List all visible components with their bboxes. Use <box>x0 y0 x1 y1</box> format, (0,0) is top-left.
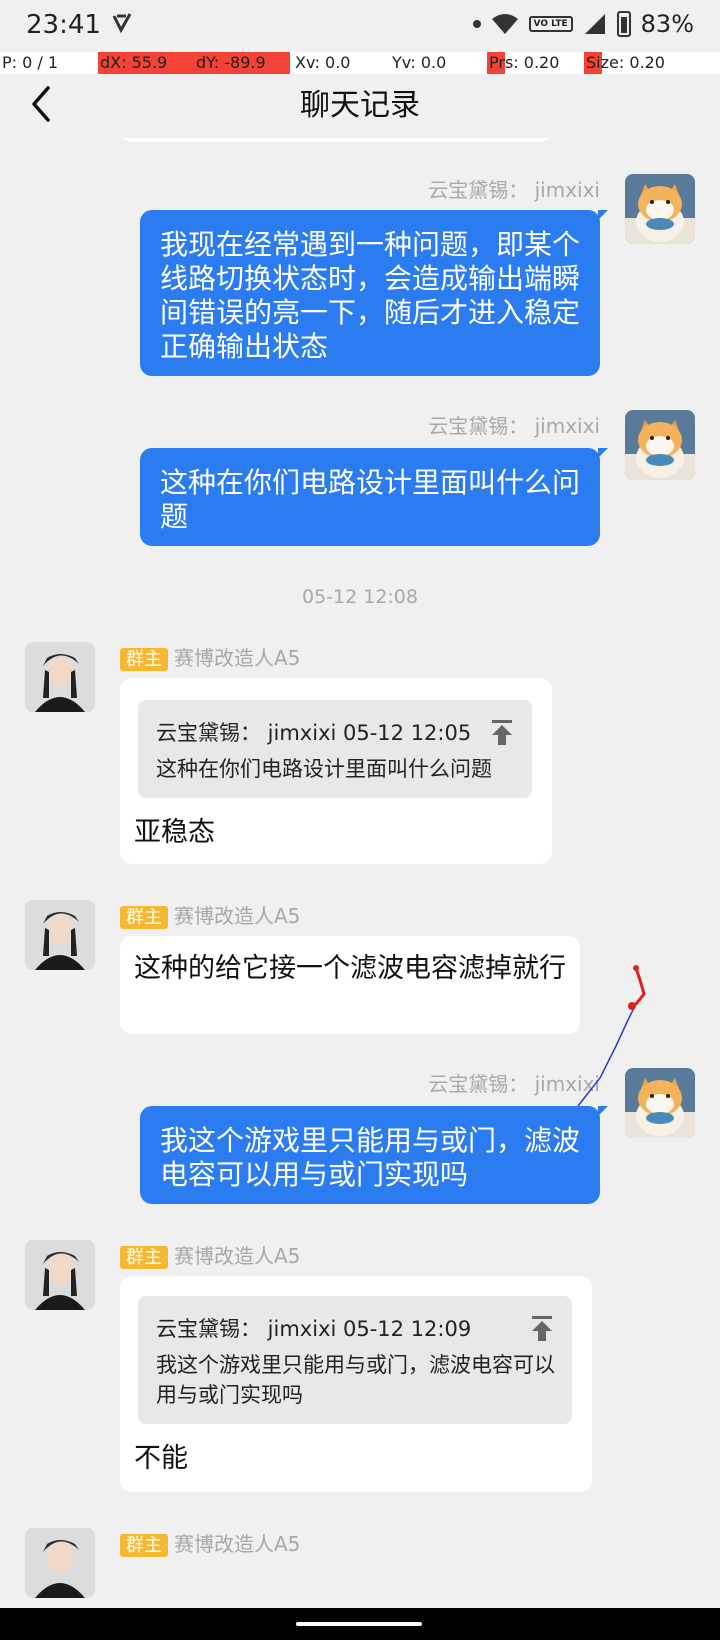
pin-to-top-icon <box>492 720 512 745</box>
debug-prs: Prs: 0.20 <box>489 53 560 72</box>
message-bubble-self[interactable]: 这种在你们电路设计里面叫什么问题 <box>140 448 608 546</box>
message-bubble-other[interactable]: 云宝黛锡： jimxixi 05-12 12:05 这种在你们电路设计里面叫什么… <box>120 678 552 864</box>
self-avatar[interactable] <box>625 410 695 480</box>
debug-xv: Xv: 0.0 <box>295 53 351 72</box>
wifi-icon <box>491 14 518 34</box>
cat-avatar-icon <box>625 174 695 244</box>
quoted-message[interactable]: 云宝黛锡： jimxixi 05-12 12:09 我这个游戏里只能用与或门，滤… <box>138 1296 572 1424</box>
other-avatar[interactable] <box>25 1240 95 1310</box>
quote-body: 我这个游戏里只能用与或门，滤波电容可以用与或门实现吗 <box>156 1353 555 1407</box>
other-avatar[interactable] <box>25 900 95 970</box>
chat-history-list[interactable]: 云宝黛锡： jimxixi 我现在经常遇到一种问题，即某个线路切换状态时，会造成… <box>0 138 720 1608</box>
group-owner-badge: 群主 <box>120 906 168 929</box>
sender-name: 赛博改造人A5 <box>174 1532 301 1556</box>
sender-name: 赛博改造人A5 <box>174 646 301 670</box>
volte-badge: VO LTE <box>528 16 573 32</box>
signal-icon <box>584 14 605 34</box>
message-bubble-self[interactable]: 我现在经常遇到一种问题，即某个线路切换状态时，会造成输出端瞬间错误的亮一下，随后… <box>140 210 608 376</box>
debug-size: Size: 0.20 <box>586 53 665 72</box>
status-time: 23:41 <box>26 10 101 40</box>
sender-name: 赛博改造人A5 <box>174 904 301 928</box>
message-bubble-self[interactable]: 我这个游戏里只能用与或门，滤波电容可以用与或门实现吗 <box>140 1106 608 1204</box>
other-avatar[interactable] <box>25 1528 95 1598</box>
previous-message-bubble <box>120 138 552 142</box>
person-avatar-icon <box>25 642 95 712</box>
sender-name: 赛博改造人A5 <box>174 1244 301 1268</box>
cat-avatar-icon <box>625 410 695 480</box>
person-avatar-icon <box>25 900 95 970</box>
other-avatar[interactable] <box>25 642 95 712</box>
app-bar: 聊天记录 <box>0 74 720 138</box>
touch-trace-icon <box>577 965 646 1107</box>
group-owner-badge: 群主 <box>120 648 168 671</box>
battery-icon <box>616 11 631 37</box>
group-owner-badge: 群主 <box>120 1534 168 1557</box>
sender-name-row: 群主 赛博改造人A5 <box>120 1240 300 1269</box>
debug-yv: Yv: 0.0 <box>392 53 447 72</box>
debug-pointer-count: P: 0 / 1 <box>2 53 59 72</box>
debug-dx: dX: 55.9 <box>98 52 194 74</box>
message-text: 不能 <box>134 1443 188 1474</box>
timestamp-divider: 05-12 12:08 <box>301 586 418 608</box>
pin-to-top-icon <box>532 1316 552 1341</box>
status-bar: 23:41 VO LTE 83% <box>0 0 720 52</box>
quote-body: 这种在你们电路设计里面叫什么问题 <box>156 757 492 781</box>
notification-dot-icon <box>472 20 481 28</box>
group-owner-badge: 群主 <box>120 1246 168 1269</box>
page-title: 聊天记录 <box>300 88 420 123</box>
message-bubble-other[interactable]: 这种的给它接一个滤波电容滤掉就行 <box>120 936 580 1034</box>
sender-name: 云宝黛锡： jimxixi <box>428 178 600 202</box>
battery-percent: 83% <box>640 10 694 38</box>
system-nav-bar <box>0 1608 720 1640</box>
app-v-icon <box>112 13 132 34</box>
person-avatar-icon <box>25 1528 95 1598</box>
sender-name-row: 群主 赛博改造人A5 <box>120 900 300 929</box>
quote-header: 云宝黛锡： jimxixi 05-12 12:09 <box>156 1317 472 1341</box>
message-bubble-other[interactable]: 云宝黛锡： jimxixi 05-12 12:09 我这个游戏里只能用与或门，滤… <box>120 1276 592 1492</box>
quoted-message[interactable]: 云宝黛锡： jimxixi 05-12 12:05 这种在你们电路设计里面叫什么… <box>138 700 532 798</box>
message-text: 亚稳态 <box>134 817 215 848</box>
sender-name-row: 群主 赛博改造人A5 <box>120 1528 300 1557</box>
debug-dy: dY: -89.9 <box>194 52 290 74</box>
self-avatar[interactable] <box>625 174 695 244</box>
sender-name-row: 群主 赛博改造人A5 <box>120 642 300 671</box>
sender-name: 云宝黛锡： jimxixi <box>428 414 600 438</box>
pointer-debug-bar: P: 0 / 1 dX: 55.9 dY: -89.9 Xv: 0.0 Yv: … <box>0 52 720 74</box>
quote-header: 云宝黛锡： jimxixi 05-12 12:05 <box>156 721 472 745</box>
person-avatar-icon <box>25 1240 95 1310</box>
home-indicator[interactable] <box>296 1622 422 1626</box>
